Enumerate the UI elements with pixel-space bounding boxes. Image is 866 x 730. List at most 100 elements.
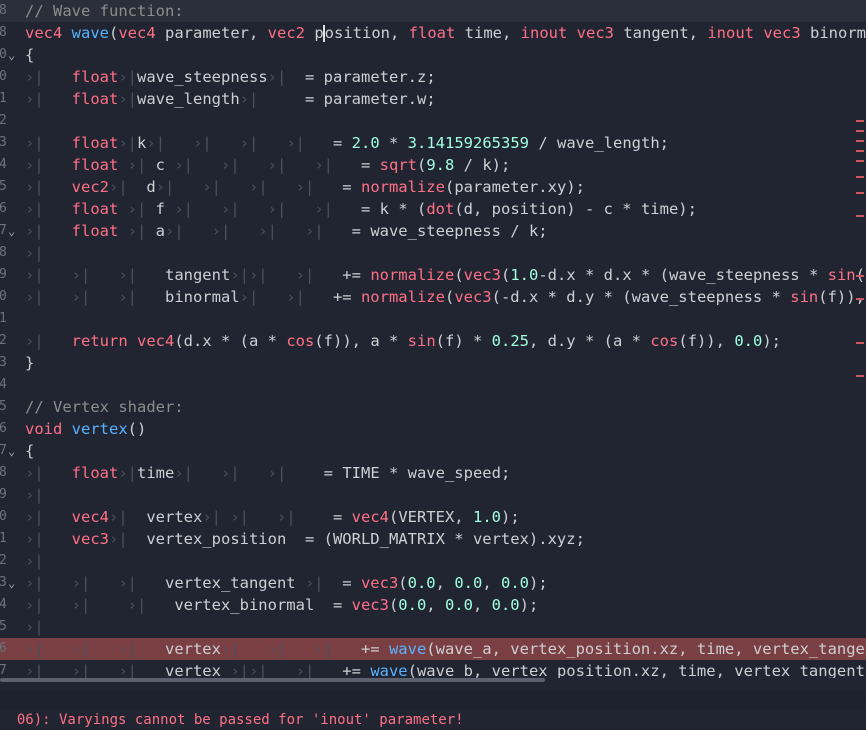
code-token: ›| <box>25 200 72 218</box>
error-marker <box>856 140 864 142</box>
vertical-scrollbar-minimap[interactable] <box>854 0 866 680</box>
code-token: 2.0 <box>351 134 380 152</box>
code-token: vertex_tangent <box>164 574 296 592</box>
code-token: ›| ›| ›| ›| <box>165 200 333 218</box>
code-token: 3.14159265359 <box>407 134 529 152</box>
code-token: sin <box>790 288 819 306</box>
code-token: (d, position) - c * time); <box>454 200 697 218</box>
code-line-error[interactable]: 6 ›| ›| ›| vertex›| ›| ›| += wave(wave_a,… <box>0 638 866 660</box>
code-line[interactable]: 5 ›| vec2›| d›| ›| ›| ›| = normalize(para… <box>0 176 866 198</box>
code-token: ›|›| ›| <box>230 266 315 284</box>
code-line[interactable]: 2 ›| return vec4(d.x * (a * cos(f)), a * … <box>0 330 866 352</box>
code-token: time, <box>455 24 521 42</box>
code-token: (wave_a, vertex_position.xz, time, verte… <box>426 640 866 658</box>
line-number: 8 <box>0 25 7 40</box>
code-token: ›| <box>118 156 156 174</box>
code-line[interactable]: 3} <box>0 352 866 374</box>
code-token: = <box>333 156 380 174</box>
code-line[interactable]: 3 ›| float›|k›| ›| ›| ›| = 2.0 * 3.141592… <box>0 132 866 154</box>
code-line[interactable]: 0 ›| ›| ›| binormal›| ›| += normalize(vec… <box>0 286 866 308</box>
fold-arrow-icon[interactable]: ⌄ <box>8 44 15 66</box>
code-token: { <box>25 46 35 64</box>
error-marker <box>856 130 864 132</box>
code-text: // Vertex shader: <box>25 396 184 418</box>
error-marker <box>856 120 864 122</box>
code-token: 0.25 <box>491 332 529 350</box>
code-token: cos <box>286 332 315 350</box>
code-line[interactable]: 2 <box>0 110 866 132</box>
code-line[interactable]: 0 ›| float›|wave_steepness›| = parameter.… <box>0 66 866 88</box>
fold-arrow-icon[interactable]: ⌄ <box>8 220 15 242</box>
line-number: 8 <box>0 3 7 18</box>
line-number: 0 <box>0 69 7 84</box>
code-token: 0.0 <box>734 332 763 350</box>
line-number: 6 <box>0 201 7 216</box>
code-line[interactable]: 4 ›| ›| ›| vertex_binormal = vec3(0.0, 0.… <box>0 594 866 616</box>
code-token: inout <box>520 24 568 42</box>
code-token: 0.0 <box>491 596 520 614</box>
code-text: ›| vec4›| vertex›| ›| ›| = vec4(VERTEX, … <box>25 506 520 528</box>
fold-arrow-icon[interactable]: ⌄ <box>8 440 15 462</box>
code-token: tangent <box>164 266 231 284</box>
code-line[interactable]: 9 ›| <box>0 484 866 506</box>
code-token: ›| <box>109 508 147 526</box>
error-marker <box>856 215 864 217</box>
code-text: ›| <box>25 484 44 506</box>
code-token: } <box>25 354 35 372</box>
code-token: ›| <box>118 200 156 218</box>
code-token: ›| <box>295 574 324 592</box>
code-token: ›| <box>109 530 147 548</box>
error-marker <box>856 275 864 277</box>
code-text: } <box>25 352 34 374</box>
line-number: 9 <box>0 487 7 502</box>
code-token: ( <box>417 156 427 174</box>
code-line[interactable]: 8 ›| float›|time›| ›| ›| = TIME * wave_sp… <box>0 462 866 484</box>
code-line[interactable]: 8 ›| <box>0 242 866 264</box>
code-line[interactable]: 1 <box>0 308 866 330</box>
code-token: ›| <box>25 618 44 636</box>
code-token: void <box>25 420 63 438</box>
code-token: ›| <box>267 68 287 86</box>
code-token: 0.0 <box>407 574 436 592</box>
code-line[interactable]: 2 ›| <box>0 550 866 572</box>
code-token: f <box>155 200 166 218</box>
code-line[interactable]: 4 ›| float ›| c ›| ›| ›| ›| = sqrt(9.8 / … <box>0 154 866 176</box>
code-token: ); <box>762 332 781 350</box>
line-number: 4 <box>0 377 7 392</box>
code-editor[interactable]: 8// Wave function: 8 vec4 wave(vec4 parame… <box>0 0 866 680</box>
code-token: vec3 <box>463 266 501 284</box>
code-line[interactable]: 5 ›| <box>0 616 866 638</box>
code-line[interactable]: 8 // Wave function: <box>0 0 866 22</box>
code-token: cos <box>650 332 679 350</box>
code-line[interactable]: 7 ›| ›| ›| vertex ›|›| ›| += wave(wave_b,… <box>0 660 866 680</box>
code-line[interactable]: 5 // Vertex shader: <box>0 396 866 418</box>
code-token: parameter, <box>155 24 268 42</box>
code-text: ›| float ›| a›| ›| ›| ›| = wave_steepnes… <box>25 220 548 242</box>
code-token: vec3 <box>454 288 492 306</box>
code-line[interactable]: 1 ›| vec3›| vertex_position = (WORLD_MATR… <box>0 528 866 550</box>
horizontal-scrollbar[interactable] <box>0 678 866 683</box>
code-line[interactable]: 0 ›| vec4›| vertex›| ›| ›| = vec4(VERTEX,… <box>0 506 866 528</box>
code-line[interactable]: 6 ›| float ›| f ›| ›| ›| ›| = k * (dot(d,… <box>0 198 866 220</box>
code-token: vec3 <box>351 596 389 614</box>
code-text: { <box>25 440 34 462</box>
code-line[interactable]: 9 ›| ›| ›| tangent›|›| ›| += normalize(ve… <box>0 264 866 286</box>
code-line[interactable]: 1 ›| float›|wave_length›| = parameter.w; <box>0 88 866 110</box>
code-line[interactable]: 7 ⌄ ›| float ›| a›| ›| ›| ›| = wave_steepn… <box>0 220 866 242</box>
code-token: 9.8 <box>426 156 455 174</box>
code-token: ( <box>454 266 464 284</box>
code-text: ›| float ›| f ›| ›| ›| ›| = k * (dot(d, … <box>25 198 697 220</box>
line-number: 6 <box>0 421 7 436</box>
code-line[interactable]: 6 void vertex() <box>0 418 866 440</box>
code-line[interactable]: 8 vec4 wave(vec4 parameter, vec2 position… <box>0 22 866 44</box>
horizontal-scrollbar-thumb[interactable] <box>0 678 545 682</box>
code-line[interactable]: 0 ⌄{ <box>0 44 866 66</box>
code-line[interactable]: 3 ⌄ ›| ›| ›| vertex_tangent ›| = vec3(0.0,… <box>0 572 866 594</box>
fold-arrow-icon[interactable]: ⌄ <box>8 572 15 594</box>
code-line[interactable]: 4 <box>0 374 866 396</box>
code-token: ›| <box>25 244 44 262</box>
code-line[interactable]: 7 ⌄{ <box>0 440 866 462</box>
code-token: , <box>435 574 455 592</box>
